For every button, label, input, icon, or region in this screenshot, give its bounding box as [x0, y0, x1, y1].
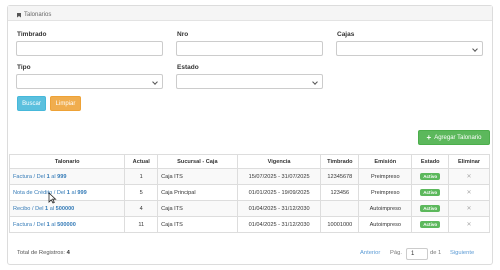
sucursal-cell: Caja ITS	[157, 168, 238, 185]
actual-cell: 11	[124, 216, 159, 233]
estado-cell: Activo	[411, 216, 450, 233]
vigencia-cell: 01/04/2025 - 31/12/2030	[236, 216, 322, 233]
timbrado-cell: 123456	[320, 184, 360, 201]
talonario-link[interactable]: Factura / Del 1 al 500000	[8, 216, 126, 233]
timbrado-cell: 12345678	[320, 168, 360, 185]
timbrado-input[interactable]	[16, 41, 163, 56]
actual-cell: 5	[124, 184, 159, 201]
eliminar-cell: ✕	[448, 168, 490, 185]
next-page-link[interactable]: Siguiente	[450, 250, 474, 256]
delete-icon[interactable]: ✕	[467, 174, 472, 180]
mouse-cursor-icon	[48, 192, 57, 204]
sucursal-cell: Caja Principal	[157, 184, 238, 201]
cajas-label: Cajas	[337, 31, 355, 38]
table-header-row: Talonario Actual Sucursal - Caja Vigenci…	[8, 154, 490, 169]
actual-cell: 1	[124, 168, 159, 185]
emision-cell: Autoimpreso	[358, 200, 413, 217]
cajas-select[interactable]	[336, 41, 483, 56]
timbrado-cell: 10001000	[320, 216, 360, 233]
table-row: Nota de Crédito / Del 1 al 999 5 Caja Pr…	[8, 184, 490, 201]
timbrado-label: Timbrado	[17, 31, 47, 38]
estado-cell: Activo	[411, 184, 450, 201]
status-badge: Activo	[420, 205, 441, 212]
col-sucursal: Sucursal - Caja	[157, 154, 238, 169]
delete-icon[interactable]: ✕	[467, 190, 472, 196]
vigencia-cell: 01/04/2025 - 31/12/2030	[236, 200, 322, 217]
emision-cell: Preimpreso	[358, 184, 413, 201]
bookmark-icon	[17, 12, 21, 18]
add-talonario-label: Agregar Talonario	[434, 134, 482, 141]
table-row: Factura / Del 1 al 500000 11 Caja ITS 01…	[8, 216, 490, 233]
col-estado: Estado	[411, 154, 450, 169]
search-button[interactable]: Buscar	[17, 96, 46, 111]
talonarios-table: Talonario Actual Sucursal - Caja Vigenci…	[8, 154, 490, 233]
col-eliminar: Eliminar	[448, 154, 490, 169]
plus-icon: +	[426, 133, 432, 142]
col-emision: Emisión	[358, 154, 413, 169]
status-badge: Activo	[420, 189, 441, 196]
col-vigencia: Vigencia	[236, 154, 322, 169]
clear-button[interactable]: Limpiar	[50, 96, 81, 111]
add-talonario-button[interactable]: + Agregar Talonario	[418, 130, 490, 145]
panel-title: Talonarios	[24, 12, 52, 18]
table-row: Factura / Del 1 al 999 1 Caja ITS 15/07/…	[8, 168, 490, 185]
nro-label: Nro	[177, 31, 189, 38]
sucursal-cell: Caja ITS	[157, 200, 238, 217]
panel-header: Talonarios	[8, 6, 492, 21]
vigencia-cell: 15/07/2025 - 31/07/2025	[236, 168, 322, 185]
table-row: Recibo / Del 1 al 500000 4 Caja ITS 01/0…	[8, 200, 490, 217]
vigencia-cell: 01/01/2025 - 19/09/2025	[236, 184, 322, 201]
tipo-label: Tipo	[17, 64, 31, 71]
page-input[interactable]: 1	[406, 248, 428, 260]
status-badge: Activo	[420, 221, 441, 228]
talonario-link[interactable]: Factura / Del 1 al 999	[8, 168, 126, 185]
nro-input[interactable]	[176, 41, 323, 56]
estado-label: Estado	[177, 64, 199, 71]
eliminar-cell: ✕	[448, 200, 490, 217]
delete-icon[interactable]: ✕	[467, 222, 472, 228]
eliminar-cell: ✕	[448, 216, 490, 233]
emision-cell: Autoimpreso	[358, 216, 413, 233]
actual-cell: 4	[124, 200, 159, 217]
eliminar-cell: ✕	[448, 184, 490, 201]
talonario-link[interactable]: Nota de Crédito / Del 1 al 999	[8, 184, 126, 201]
tipo-select[interactable]	[16, 74, 163, 89]
delete-icon[interactable]: ✕	[467, 206, 472, 212]
talonario-link[interactable]: Recibo / Del 1 al 500000	[8, 200, 126, 217]
col-timbrado: Timbrado	[320, 154, 360, 169]
total-records: Total de Registros: 4	[17, 250, 70, 256]
total-label: Total de Registros:	[17, 250, 66, 256]
estado-cell: Activo	[411, 168, 450, 185]
prev-page-link[interactable]: Anterior	[360, 250, 380, 256]
page-count: de 1	[430, 250, 442, 256]
timbrado-cell	[320, 200, 360, 217]
col-talonario: Talonario	[8, 154, 126, 169]
sucursal-cell: Caja ITS	[157, 216, 238, 233]
emision-cell: Preimpreso	[358, 168, 413, 185]
total-value: 4	[66, 250, 70, 256]
estado-cell: Activo	[411, 200, 450, 217]
page-label: Pág.	[390, 250, 402, 256]
col-actual: Actual	[124, 154, 159, 169]
estado-select[interactable]	[176, 74, 323, 89]
status-badge: Activo	[420, 173, 441, 180]
